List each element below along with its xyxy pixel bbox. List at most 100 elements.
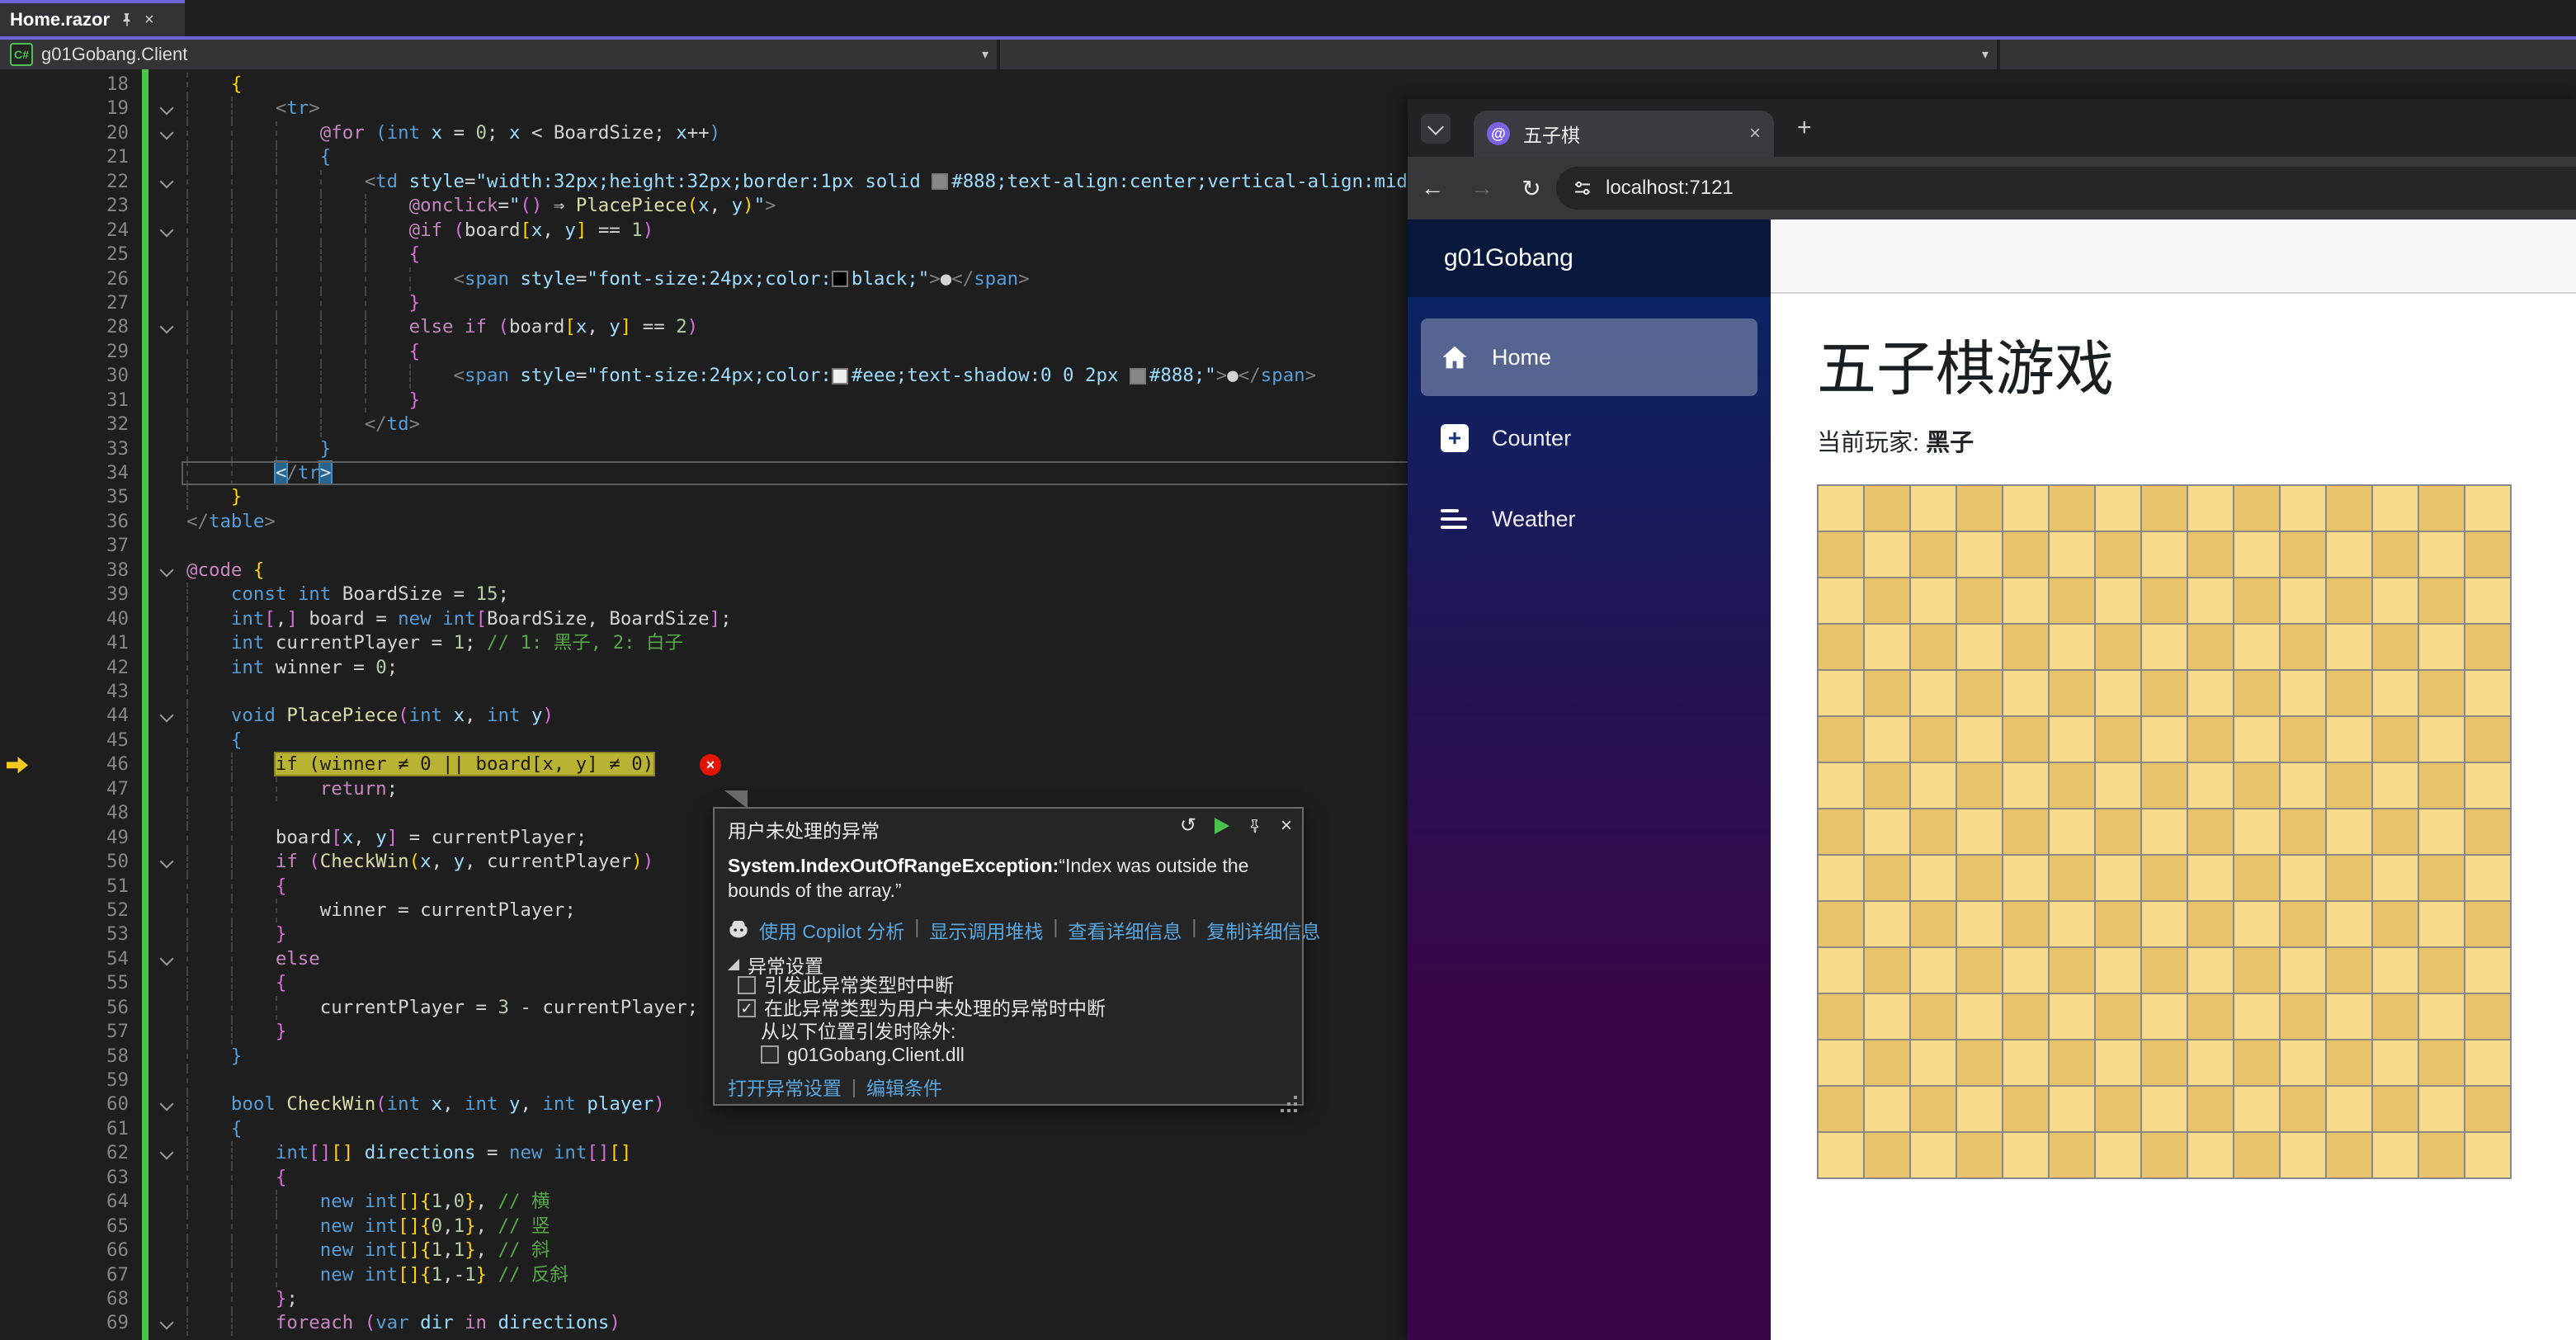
board-cell[interactable] — [2049, 578, 2095, 624]
board-cell[interactable] — [2049, 1086, 2095, 1132]
board-cell[interactable] — [2326, 1086, 2372, 1132]
board-cell[interactable] — [2187, 993, 2234, 1040]
board-cell[interactable] — [1818, 670, 1864, 716]
board-cell[interactable] — [1956, 531, 2003, 578]
board-cell[interactable] — [2049, 485, 2095, 531]
board-cell[interactable] — [1818, 624, 1864, 670]
board-cell[interactable] — [2465, 1132, 2511, 1178]
vs-document-tab[interactable]: Home.razor × — [0, 0, 185, 36]
board-cell[interactable] — [2280, 1040, 2326, 1086]
board-cell[interactable] — [2418, 531, 2465, 578]
board-cell[interactable] — [2003, 716, 2049, 762]
board-cell[interactable] — [2280, 809, 2326, 855]
board-cell[interactable] — [2003, 947, 2049, 993]
board-cell[interactable] — [2418, 1086, 2465, 1132]
board-cell[interactable] — [2049, 624, 2095, 670]
board-cell[interactable] — [2187, 716, 2234, 762]
board-cell[interactable] — [2280, 762, 2326, 809]
board-cell[interactable] — [2326, 993, 2372, 1040]
member-dropdown[interactable] — [2000, 40, 2576, 69]
board-cell[interactable] — [1864, 855, 1910, 901]
board-cell[interactable] — [1956, 855, 2003, 901]
reload-button[interactable]: ↻ — [1507, 175, 1556, 202]
checkbox-checked[interactable]: ✓ — [738, 999, 756, 1017]
board-cell[interactable] — [2234, 485, 2280, 531]
board-cell[interactable] — [1818, 1040, 1864, 1086]
board-cell[interactable] — [1818, 485, 1864, 531]
continue-play-icon[interactable] — [1215, 818, 1229, 834]
board-cell[interactable] — [2049, 531, 2095, 578]
board-cell[interactable] — [2187, 809, 2234, 855]
board-cell[interactable] — [2280, 578, 2326, 624]
board-cell[interactable] — [2003, 531, 2049, 578]
board-cell[interactable] — [2003, 1132, 2049, 1178]
board-cell[interactable] — [2141, 947, 2187, 993]
popup-action-link[interactable]: 使用 Copilot 分析 — [759, 916, 904, 944]
board-cell[interactable] — [2095, 993, 2141, 1040]
board-cell[interactable] — [1910, 578, 1956, 624]
board-cell[interactable] — [2187, 485, 2234, 531]
board-cell[interactable] — [2234, 670, 2280, 716]
board-cell[interactable] — [2234, 1040, 2280, 1086]
board-cell[interactable] — [2280, 993, 2326, 1040]
board-cell[interactable] — [1956, 1086, 2003, 1132]
board-cell[interactable] — [2234, 624, 2280, 670]
board-cell[interactable] — [2280, 485, 2326, 531]
board-cell[interactable] — [2141, 531, 2187, 578]
board-cell[interactable] — [2465, 670, 2511, 716]
history-icon[interactable]: ↺ — [1180, 814, 1196, 838]
board-cell[interactable] — [1910, 947, 1956, 993]
board-cell[interactable] — [1818, 716, 1864, 762]
board-cell[interactable] — [2187, 1040, 2234, 1086]
board-cell[interactable] — [1910, 855, 1956, 901]
board-cell[interactable] — [2049, 1132, 2095, 1178]
board-cell[interactable] — [1956, 1132, 2003, 1178]
board-cell[interactable] — [2141, 624, 2187, 670]
board-cell[interactable] — [1956, 578, 2003, 624]
board-cell[interactable] — [2234, 762, 2280, 809]
board-cell[interactable] — [1864, 578, 1910, 624]
board-cell[interactable] — [1956, 485, 2003, 531]
board-cell[interactable] — [2418, 1132, 2465, 1178]
board-cell[interactable] — [1864, 1040, 1910, 1086]
board-cell[interactable] — [2418, 809, 2465, 855]
close-icon[interactable]: × — [1281, 814, 1292, 838]
board-cell[interactable] — [2187, 1132, 2234, 1178]
board-cell[interactable] — [1818, 993, 1864, 1040]
board-cell[interactable] — [1818, 947, 1864, 993]
board-cell[interactable] — [1956, 670, 2003, 716]
board-cell[interactable] — [2141, 901, 2187, 947]
board-cell[interactable] — [2372, 624, 2418, 670]
board-cell[interactable] — [1818, 531, 1864, 578]
board-cell[interactable] — [2049, 1040, 2095, 1086]
board-cell[interactable] — [2049, 716, 2095, 762]
board-cell[interactable] — [2141, 578, 2187, 624]
board-cell[interactable] — [1818, 578, 1864, 624]
board-cell[interactable] — [1864, 947, 1910, 993]
board-cell[interactable] — [2280, 855, 2326, 901]
board-cell[interactable] — [2465, 716, 2511, 762]
project-dropdown[interactable]: C# g01Gobang.Client ▾ — [0, 40, 1000, 69]
board-cell[interactable] — [2049, 993, 2095, 1040]
board-cell[interactable] — [1910, 762, 1956, 809]
board-cell[interactable] — [2003, 1086, 2049, 1132]
board-cell[interactable] — [2418, 901, 2465, 947]
board-cell[interactable] — [2418, 716, 2465, 762]
board-cell[interactable] — [1956, 993, 2003, 1040]
board-cell[interactable] — [2326, 624, 2372, 670]
board-cell[interactable] — [1910, 716, 1956, 762]
board-cell[interactable] — [1864, 624, 1910, 670]
board-cell[interactable] — [2372, 762, 2418, 809]
back-button[interactable]: ← — [1408, 175, 1457, 201]
board-cell[interactable] — [1818, 901, 1864, 947]
board-cell[interactable] — [2326, 531, 2372, 578]
board-cell[interactable] — [2326, 762, 2372, 809]
board-cell[interactable] — [2372, 809, 2418, 855]
board-cell[interactable] — [2003, 1040, 2049, 1086]
board-cell[interactable] — [2326, 670, 2372, 716]
popup-action-link[interactable]: 复制详细信息 — [1206, 916, 1320, 944]
board-cell[interactable] — [2372, 1086, 2418, 1132]
board-cell[interactable] — [1818, 855, 1864, 901]
board-cell[interactable] — [2095, 1086, 2141, 1132]
board-cell[interactable] — [2465, 1086, 2511, 1132]
